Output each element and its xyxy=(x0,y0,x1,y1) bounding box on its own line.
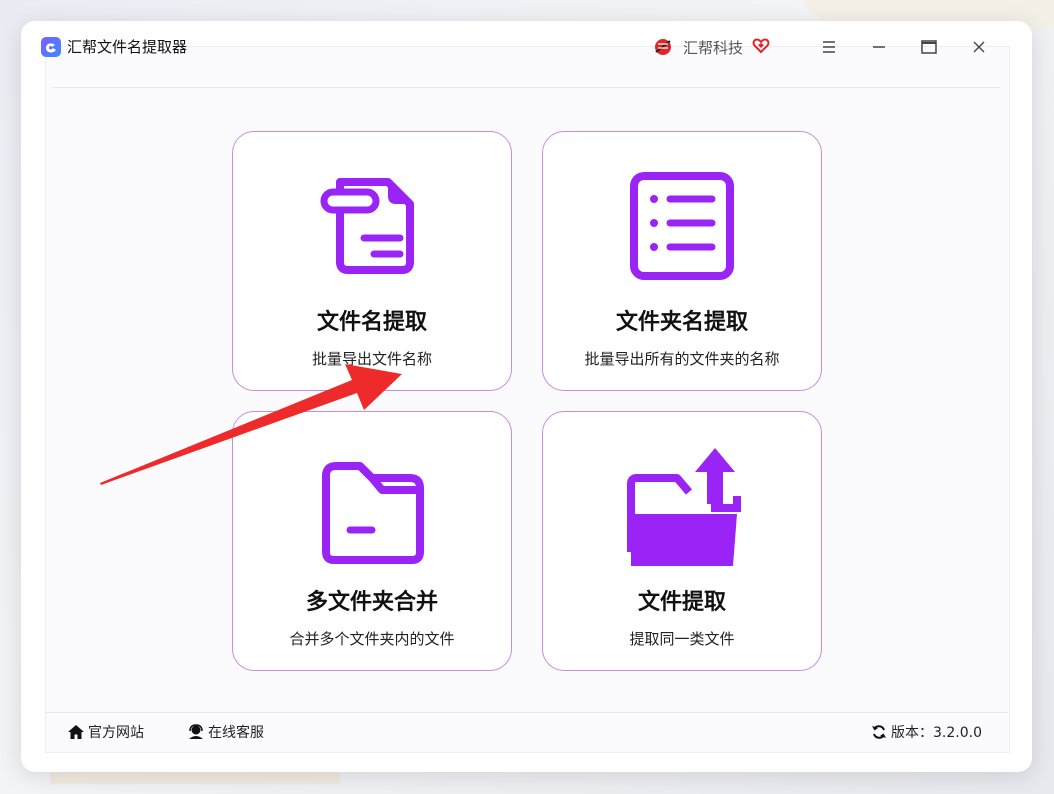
app-window xyxy=(21,21,1032,772)
folder-icon xyxy=(233,446,511,566)
refresh-icon xyxy=(872,725,887,739)
card-title: 文件夹名提取 xyxy=(615,310,748,335)
support-link[interactable]: 在线客服 xyxy=(187,722,264,742)
version-label: 版本：3.2.0.0 xyxy=(891,725,982,741)
heart-icon[interactable] xyxy=(752,37,770,55)
card-subtitle: 批量导出所有的文件夹的名称 xyxy=(584,350,780,368)
card-title: 多文件夹合并 xyxy=(305,590,438,615)
home-icon xyxy=(68,725,84,739)
background-decoration xyxy=(50,770,340,784)
folder-export-icon xyxy=(543,442,821,572)
brand-name: 汇帮科技 xyxy=(683,39,744,57)
card-subtitle: 批量导出文件名称 xyxy=(311,350,432,368)
minimize-icon xyxy=(873,46,885,48)
content-area xyxy=(45,46,1010,753)
maximize-button[interactable] xyxy=(914,34,944,60)
website-link[interactable]: 官方网站 xyxy=(67,722,144,742)
file-document-icon xyxy=(233,166,511,286)
brand-logo-icon xyxy=(652,36,674,58)
card-file-extract[interactable]: 文件提取 提取同一类文件 xyxy=(542,411,822,671)
app-logo-icon xyxy=(41,37,61,57)
website-label: 官方网站 xyxy=(88,725,144,741)
minimize-button[interactable] xyxy=(864,34,894,60)
card-subtitle: 合并多个文件夹内的文件 xyxy=(289,630,455,648)
status-bar: 官方网站 在线客服 版本：3.2.0.0 xyxy=(46,713,1008,750)
card-foldername-extract[interactable]: 文件夹名提取 批量导出所有的文件夹的名称 xyxy=(542,131,822,391)
support-label: 在线客服 xyxy=(208,725,264,741)
menu-button[interactable] xyxy=(814,34,844,60)
card-title: 文件提取 xyxy=(637,590,726,615)
close-icon xyxy=(973,41,985,53)
card-multi-folder-merge[interactable]: 多文件夹合并 合并多个文件夹内的文件 xyxy=(232,411,512,671)
card-subtitle: 提取同一类文件 xyxy=(629,630,735,648)
card-title: 文件名提取 xyxy=(316,310,427,335)
card-filename-extract[interactable]: 文件名提取 批量导出文件名称 xyxy=(232,131,512,391)
title-divider xyxy=(52,87,1000,88)
title-bar: 汇帮文件名提取器 汇帮科技 xyxy=(40,34,985,74)
headset-icon xyxy=(189,724,203,739)
app-title: 汇帮文件名提取器 xyxy=(67,38,188,56)
close-button[interactable] xyxy=(964,34,994,60)
menu-icon xyxy=(823,41,835,53)
version-info[interactable]: 版本：3.2.0.0 xyxy=(871,722,982,742)
maximize-icon xyxy=(921,40,937,54)
list-icon xyxy=(543,166,821,286)
